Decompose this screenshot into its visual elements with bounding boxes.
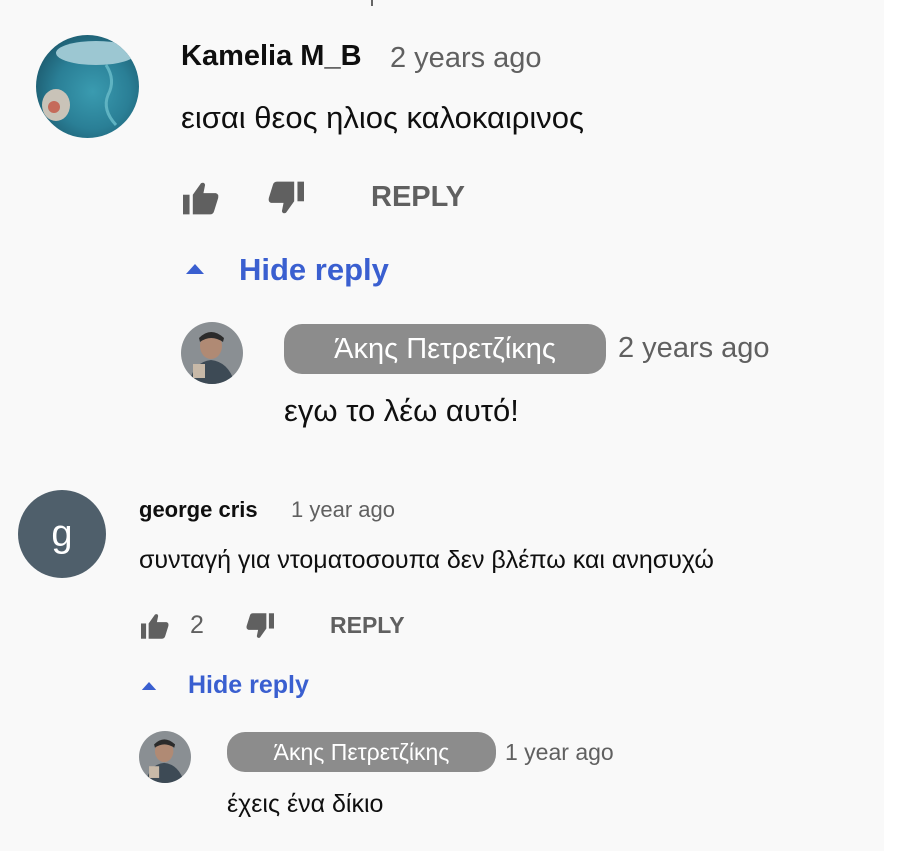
thumb-down-icon[interactable] <box>266 180 306 216</box>
reply-text: έχεις ένα δίκιο <box>227 790 384 818</box>
avatar-akis[interactable] <box>139 731 191 783</box>
comment-text: εισαι θεος ηλιος καλοκαιρινος <box>181 100 584 135</box>
like-count: 2 <box>190 611 204 639</box>
hide-reply-label[interactable]: Hide reply <box>188 671 309 700</box>
avatar-kamelia[interactable] <box>36 35 139 138</box>
thumb-up-icon[interactable] <box>181 180 221 216</box>
comment-time[interactable]: 2 years ago <box>390 42 542 75</box>
comment-text: συνταγή για ντοματοσουπα δεν βλέπω και α… <box>139 546 714 574</box>
comment-time[interactable]: 1 year ago <box>291 497 395 523</box>
avatar-letter: g <box>51 512 73 555</box>
comment-author[interactable]: george cris <box>139 497 258 523</box>
page-edge <box>884 0 900 851</box>
reply-button[interactable]: REPLY <box>330 612 405 639</box>
reply-author: Άκης Πετρετζίκης <box>334 332 556 365</box>
caret-up-icon[interactable] <box>141 681 157 691</box>
avatar-akis[interactable] <box>181 322 243 384</box>
reply-time[interactable]: 2 years ago <box>618 332 770 365</box>
divider-tick <box>371 0 373 6</box>
thumb-up-icon[interactable] <box>139 612 171 640</box>
caret-up-icon[interactable] <box>185 263 205 275</box>
thumb-down-icon[interactable] <box>244 612 276 640</box>
author-chip[interactable]: Άκης Πετρετζίκης <box>284 324 606 374</box>
reply-time[interactable]: 1 year ago <box>505 739 614 766</box>
comment-author[interactable]: Kamelia M_B <box>181 40 362 73</box>
reply-author: Άκης Πετρετζίκης <box>273 738 450 765</box>
avatar-george[interactable]: g <box>18 490 106 578</box>
reply-button[interactable]: REPLY <box>371 181 465 214</box>
reply-text: εγω το λέω αυτό! <box>284 393 519 428</box>
hide-reply-label[interactable]: Hide reply <box>239 252 389 288</box>
author-chip[interactable]: Άκης Πετρετζίκης <box>227 732 496 772</box>
